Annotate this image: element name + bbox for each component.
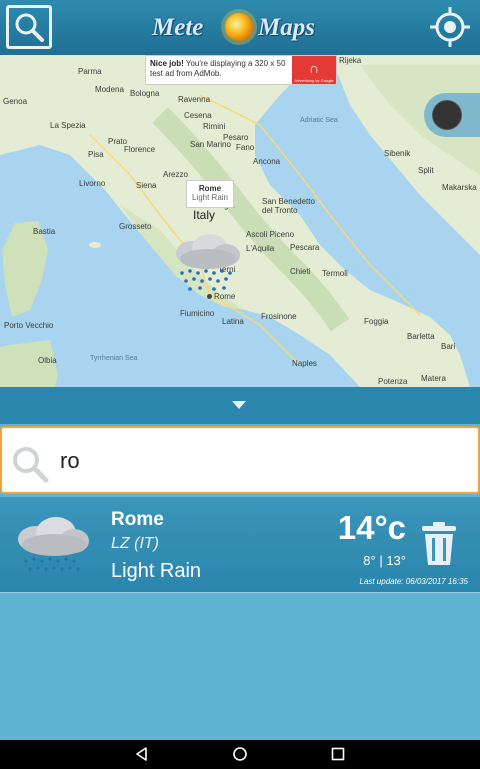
ad-text: Nice job! You're displaying a 320 x 50 t… (150, 59, 292, 79)
map-label-cesena: Cesena (184, 111, 212, 120)
search-button[interactable] (6, 5, 52, 49)
map-label-genoa: Genoa (3, 97, 28, 106)
map-label-parma: Parma (78, 67, 102, 76)
ad-banner[interactable]: Nice job! You're displaying a 320 x 50 t… (145, 55, 337, 85)
map-label-siena: Siena (136, 181, 157, 190)
result-last-update: Last update: 06/03/2017 16:35 (359, 577, 468, 586)
chevron-down-icon (232, 401, 246, 409)
map-label-bologna: Bologna (130, 89, 160, 98)
map-label-ascoli-piceno: Ascoli Piceno (246, 230, 295, 239)
sun-icon (221, 9, 257, 45)
map-label-pescara: Pescara (290, 243, 320, 252)
map-label-olbia: Olbia (38, 356, 57, 365)
map-label-chieti: Chieti (290, 267, 311, 276)
map-label-la-spezia: La Spezia (50, 121, 86, 130)
result-condition: Light Rain (111, 560, 202, 582)
map-label-fano: Fano (236, 143, 255, 152)
map-label-ravenna: Ravenna (178, 95, 211, 104)
map-label-fiumicino: Fiumicino (180, 309, 215, 318)
result-city: Rome (111, 509, 164, 530)
map-label-potenza: Potenza (378, 377, 408, 386)
result-temperature: 14°c (337, 509, 406, 546)
map-label-latina: Latina (222, 317, 244, 326)
panel-toggle-bar[interactable] (0, 387, 480, 424)
map-label-pisa: Pisa (88, 150, 104, 159)
map-label-livorno: Livorno (79, 179, 106, 188)
map-label-pesaro: Pesaro (223, 133, 249, 142)
map-label-country: Italy (193, 208, 216, 222)
system-nav-bar (0, 740, 480, 769)
map-layer-toggle[interactable] (424, 93, 480, 137)
map-label-bari: Bari (441, 342, 456, 351)
map-label-split: Split (418, 166, 434, 175)
map-label-modena: Modena (95, 85, 124, 94)
map-label-termoli: Termoli (322, 269, 348, 278)
back-icon[interactable] (134, 746, 150, 762)
logo-left-text: Mete (152, 14, 204, 41)
map-callout[interactable]: Rome Light Rain (186, 180, 234, 208)
map-label-bastia: Bastia (33, 227, 56, 236)
map-label-makarska: Makarska (442, 183, 477, 192)
callout-condition: Light Rain (191, 193, 229, 202)
recents-icon[interactable] (330, 746, 346, 762)
app-logo: Mete Maps (150, 4, 330, 50)
search-icon (15, 13, 44, 42)
map-label-sibenik: Sibenik (384, 149, 411, 158)
search-input[interactable] (60, 442, 460, 480)
map-label-naples: Naples (292, 359, 317, 368)
result-min-max: 8° | 13° (363, 553, 406, 568)
map-label-barletta: Barletta (407, 332, 435, 341)
weather-map[interactable]: Parma Modena Bologna Ravenna Genoa La Sp… (0, 55, 480, 387)
ad-title: Nice job! (150, 59, 184, 68)
map-label-adriatic: Adriatic Sea (300, 117, 338, 124)
map-label-rijeka: Rijeka (339, 56, 362, 65)
logo-right-text: Maps (258, 14, 315, 41)
home-icon[interactable] (232, 746, 248, 762)
city-search-box (0, 426, 480, 494)
ad-logo-icon: ∩ Advertising by Google (292, 56, 336, 84)
ad-brand: Advertising by Google (294, 78, 334, 83)
map-label-porto-vecchio: Porto Vecchio (4, 321, 54, 330)
map-label-florence: Florence (124, 145, 156, 154)
map-label-tyrrhenian: Tyrrhenian Sea (90, 355, 138, 362)
result-region: LZ (IT) (111, 535, 159, 552)
rain-cloud-icon (18, 517, 89, 571)
map-label-frosinone: Frosinone (261, 312, 297, 321)
map-label-grosseto: Grosseto (119, 222, 152, 231)
toggle-knob (432, 100, 462, 130)
rain-cloud-icon[interactable] (170, 233, 244, 295)
map-label-arezzo: Arezzo (163, 170, 188, 179)
map-label-laquila: L'Aquila (246, 244, 275, 253)
map-label-prato: Prato (108, 137, 128, 146)
result-item[interactable]: Rome LZ (IT) Light Rain 14°c 8° | 13° La… (0, 497, 480, 593)
callout-city: Rome (198, 184, 222, 193)
locate-icon[interactable] (428, 5, 472, 49)
top-bar: Mete Maps (0, 0, 480, 55)
map-label-foggia: Foggia (364, 317, 389, 326)
map-label-san-benedetto: San Benedetto del Tronto (262, 197, 315, 215)
rome-marker-dot (207, 294, 212, 299)
map-label-matera: Matera (421, 374, 446, 383)
map-label-rimini: Rimini (203, 122, 226, 131)
search-icon (13, 447, 49, 483)
map-label-ancona: Ancona (253, 157, 281, 166)
delete-button[interactable] (420, 521, 458, 567)
